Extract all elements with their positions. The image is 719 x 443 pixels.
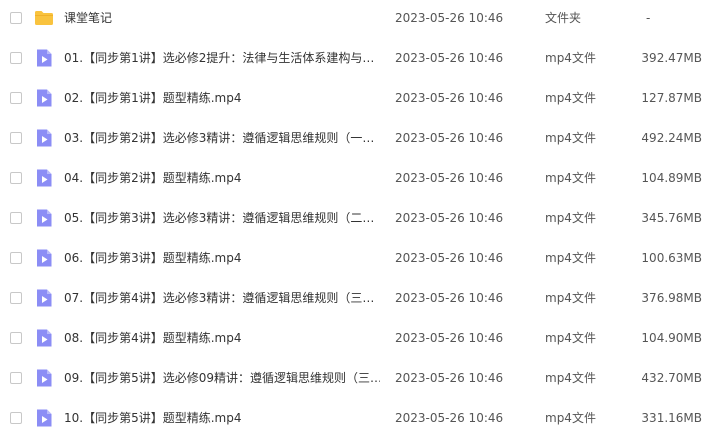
- video-file-icon: [34, 288, 54, 308]
- file-size: 492.24MB: [641, 131, 702, 145]
- video-file-icon: [34, 208, 54, 228]
- row-checkbox[interactable]: [10, 12, 22, 24]
- file-size: 104.89MB: [641, 171, 702, 185]
- folder-row[interactable]: 课堂笔记 2023-05-26 10:46 文件夹 -: [0, 0, 719, 39]
- file-size: 127.87MB: [641, 91, 702, 105]
- file-row[interactable]: 09.【同步第5讲】选必修09精讲：遵循逻辑思维规则（三… 2023-05-26 …: [0, 359, 719, 399]
- file-size: 432.70MB: [641, 371, 702, 385]
- row-checkbox[interactable]: [10, 172, 22, 184]
- file-list: 课堂笔记 2023-05-26 10:46 文件夹 - 01.【同步第1讲】选必修2提升…: [0, 0, 719, 443]
- file-type: mp4文件: [545, 51, 596, 65]
- modified-date: 2023-05-26 10:46: [395, 11, 504, 25]
- file-type: mp4文件: [545, 171, 596, 185]
- row-checkbox[interactable]: [10, 212, 22, 224]
- modified-date: 2023-05-26 10:46: [395, 171, 504, 185]
- file-type: mp4文件: [545, 371, 596, 385]
- modified-date: 2023-05-26 10:46: [395, 291, 504, 305]
- file-size: 104.90MB: [641, 331, 702, 345]
- file-name[interactable]: 10.【同步第5讲】题型精练.mp4: [64, 410, 380, 427]
- file-row[interactable]: 01.【同步第1讲】选必修2提升：法律与生活体系建构与… 2023-05-26 1…: [0, 39, 719, 79]
- file-size: 331.16MB: [641, 411, 702, 425]
- video-file-icon: [34, 368, 54, 388]
- file-type: 文件夹: [545, 11, 582, 25]
- file-type: mp4文件: [545, 91, 596, 105]
- file-size: 345.76MB: [641, 211, 702, 225]
- video-file-icon: [34, 88, 54, 108]
- file-name[interactable]: 课堂笔记: [64, 10, 380, 27]
- file-name[interactable]: 03.【同步第2讲】选必修3精讲：遵循逻辑思维规则（一…: [64, 130, 380, 147]
- modified-date: 2023-05-26 10:46: [395, 91, 504, 105]
- file-row[interactable]: 06.【同步第3讲】题型精练.mp4 2023-05-26 10:46 mp4文件 1…: [0, 239, 719, 279]
- modified-date: 2023-05-26 10:46: [395, 331, 504, 345]
- file-type: mp4文件: [545, 331, 596, 345]
- row-checkbox[interactable]: [10, 92, 22, 104]
- video-file-icon: [34, 128, 54, 148]
- video-file-icon: [34, 48, 54, 68]
- modified-date: 2023-05-26 10:46: [395, 251, 504, 265]
- file-name[interactable]: 02.【同步第1讲】题型精练.mp4: [64, 90, 380, 107]
- row-checkbox[interactable]: [10, 52, 22, 64]
- folder-icon: [34, 8, 54, 28]
- file-name[interactable]: 01.【同步第1讲】选必修2提升：法律与生活体系建构与…: [64, 50, 380, 67]
- file-row[interactable]: 08.【同步第4讲】题型精练.mp4 2023-05-26 10:46 mp4文件 1…: [0, 319, 719, 359]
- file-size: -: [646, 11, 651, 25]
- row-checkbox[interactable]: [10, 292, 22, 304]
- video-file-icon: [34, 248, 54, 268]
- file-name[interactable]: 09.【同步第5讲】选必修09精讲：遵循逻辑思维规则（三…: [64, 370, 380, 387]
- file-row[interactable]: 05.【同步第3讲】选必修3精讲：遵循逻辑思维规则（二… 2023-05-26 1…: [0, 199, 719, 239]
- file-row[interactable]: 04.【同步第2讲】题型精练.mp4 2023-05-26 10:46 mp4文件 1…: [0, 159, 719, 199]
- modified-date: 2023-05-26 10:46: [395, 131, 504, 145]
- file-type: mp4文件: [545, 211, 596, 225]
- row-checkbox[interactable]: [10, 332, 22, 344]
- file-name[interactable]: 08.【同步第4讲】题型精练.mp4: [64, 330, 380, 347]
- modified-date: 2023-05-26 10:46: [395, 411, 504, 425]
- row-checkbox[interactable]: [10, 412, 22, 424]
- modified-date: 2023-05-26 10:46: [395, 51, 504, 65]
- file-size: 392.47MB: [641, 51, 702, 65]
- file-size: 376.98MB: [641, 291, 702, 305]
- file-name[interactable]: 06.【同步第3讲】题型精练.mp4: [64, 250, 380, 267]
- modified-date: 2023-05-26 10:46: [395, 211, 504, 225]
- file-name[interactable]: 04.【同步第2讲】题型精练.mp4: [64, 170, 380, 187]
- file-size: 100.63MB: [641, 251, 702, 265]
- row-checkbox[interactable]: [10, 132, 22, 144]
- file-type: mp4文件: [545, 131, 596, 145]
- row-checkbox[interactable]: [10, 372, 22, 384]
- file-row[interactable]: 10.【同步第5讲】题型精练.mp4 2023-05-26 10:46 mp4文件 3…: [0, 399, 719, 439]
- row-checkbox[interactable]: [10, 252, 22, 264]
- video-file-icon: [34, 328, 54, 348]
- file-row[interactable]: 03.【同步第2讲】选必修3精讲：遵循逻辑思维规则（一… 2023-05-26 1…: [0, 119, 719, 159]
- file-row[interactable]: 07.【同步第4讲】选必修3精讲：遵循逻辑思维规则（三… 2023-05-26 1…: [0, 279, 719, 319]
- file-type: mp4文件: [545, 291, 596, 305]
- file-name[interactable]: 05.【同步第3讲】选必修3精讲：遵循逻辑思维规则（二…: [64, 210, 380, 227]
- file-type: mp4文件: [545, 251, 596, 265]
- video-file-icon: [34, 168, 54, 188]
- file-type: mp4文件: [545, 411, 596, 425]
- file-name[interactable]: 07.【同步第4讲】选必修3精讲：遵循逻辑思维规则（三…: [64, 290, 380, 307]
- file-row[interactable]: 02.【同步第1讲】题型精练.mp4 2023-05-26 10:46 mp4文件 1…: [0, 79, 719, 119]
- modified-date: 2023-05-26 10:46: [395, 371, 504, 385]
- video-file-icon: [34, 408, 54, 428]
